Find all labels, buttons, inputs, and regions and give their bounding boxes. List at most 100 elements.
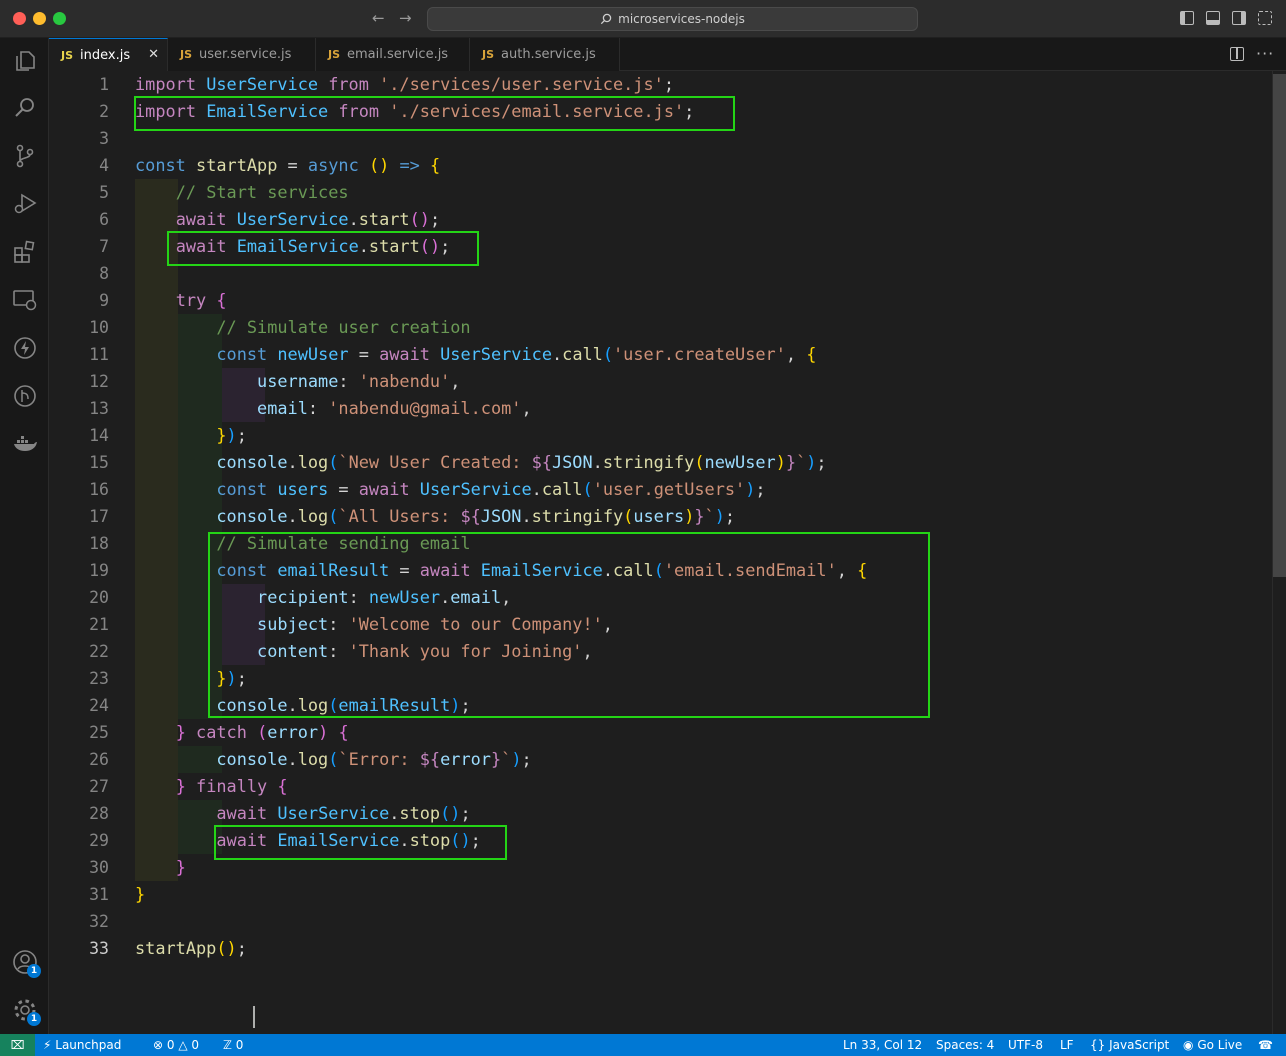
back-arrow-icon[interactable]: ← (372, 9, 385, 27)
code-line: console.log(`All Users: ${JSON.stringify… (135, 503, 735, 530)
code-token: `All Users: (338, 506, 461, 526)
line-number: 13 (89, 399, 109, 418)
code-token: : (338, 371, 359, 391)
minimize-window-button[interactable] (33, 12, 46, 25)
split-editor-icon[interactable] (1230, 47, 1244, 61)
tab-auth-service-js[interactable]: JS auth.service.js (470, 38, 620, 71)
code-token: = (277, 155, 308, 175)
command-center-search[interactable]: microservices-nodejs (427, 7, 918, 31)
code-token: { (216, 290, 227, 310)
cursor-position[interactable]: Ln 33, Col 12 (843, 1034, 922, 1056)
code-token: start (358, 209, 410, 229)
tab-user-service-js[interactable]: JS user.service.js (168, 38, 316, 71)
js-file-icon: JS (180, 48, 193, 61)
code-token: ${ (419, 749, 441, 769)
git-graph-icon[interactable] (12, 383, 38, 409)
tab-email-service-js[interactable]: JS email.service.js (316, 38, 470, 71)
code-token: await (216, 830, 268, 850)
code-token: 'Thank you for Joining' (348, 641, 583, 661)
source-control-icon[interactable] (12, 143, 38, 169)
code-line: }); (135, 422, 247, 449)
run-debug-icon[interactable] (12, 191, 38, 217)
encoding-setting[interactable]: UTF-8 (1008, 1034, 1043, 1056)
forward-arrow-icon[interactable]: → (399, 9, 412, 27)
code-line: username: 'nabendu', (135, 368, 460, 395)
code-token: { (429, 155, 441, 175)
customize-layout-icon[interactable] (1258, 11, 1272, 25)
problems-indicator[interactable]: ⊗ 0 △ 0 (153, 1034, 199, 1056)
code-token: console (216, 695, 288, 715)
code-token: : (328, 614, 349, 634)
code-token: ` (501, 749, 512, 769)
title-bar: ← → microservices-nodejs (0, 0, 1286, 38)
tab-label: email.service.js (347, 47, 449, 62)
notifications-bell-icon[interactable]: ☎︎ (1258, 1034, 1273, 1056)
code-token: const (135, 155, 186, 175)
docker-icon[interactable] (12, 431, 38, 457)
close-tab-icon[interactable]: ✕ (148, 47, 159, 62)
close-window-button[interactable] (13, 12, 26, 25)
code-token: 'email.sendEmail' (663, 560, 837, 580)
js-file-icon: JS (61, 48, 74, 62)
code-token: EmailService (480, 560, 603, 580)
remote-indicator-icon[interactable]: ⌧ (0, 1034, 35, 1056)
accounts-icon[interactable]: 1 (12, 949, 41, 978)
line-number: 1 (99, 75, 109, 94)
launchpad-item[interactable]: ⚡︎ Launchpad (43, 1034, 121, 1056)
code-token: ; (816, 452, 827, 472)
toggle-secondary-sidebar-icon[interactable] (1232, 11, 1246, 25)
go-live-button[interactable]: ◉ Go Live (1183, 1034, 1242, 1056)
code-token: await (419, 560, 471, 580)
tab-index-js[interactable]: JS index.js ✕ (49, 38, 168, 71)
indentation-setting[interactable]: Spaces: 4 (936, 1034, 994, 1056)
language-mode[interactable]: {} JavaScript (1090, 1034, 1169, 1056)
maximize-window-button[interactable] (53, 12, 66, 25)
code-editor[interactable]: import UserService from './services/user… (134, 71, 1265, 1034)
code-token: ; (521, 749, 532, 769)
code-token: stop (399, 803, 441, 823)
extensions-icon[interactable] (12, 239, 38, 265)
toggle-panel-icon[interactable] (1206, 11, 1220, 25)
ports-indicator[interactable]: ℤ 0 (223, 1034, 243, 1056)
settings-gear-icon[interactable]: 1 (12, 997, 41, 1026)
code-line: import EmailService from './services/ema… (135, 98, 694, 125)
code-token: . (521, 506, 532, 526)
explorer-icon[interactable] (12, 48, 38, 74)
thunder-client-icon[interactable] (12, 335, 38, 361)
code-token: JSON (551, 452, 593, 472)
code-line: try { (135, 287, 227, 314)
code-token: () (368, 155, 390, 175)
scrollbar-thumb[interactable] (1273, 74, 1286, 577)
code-line: // Simulate sending email (135, 530, 470, 557)
code-token: ( (694, 452, 705, 472)
code-token: // Simulate user creation (216, 317, 471, 337)
code-token: ; (460, 695, 471, 715)
code-token: recipient (257, 587, 349, 607)
remote-explorer-icon[interactable] (12, 287, 38, 313)
toggle-primary-sidebar-icon[interactable] (1180, 11, 1194, 25)
code-line: console.log(`New User Created: ${JSON.st… (135, 449, 827, 476)
more-actions-icon[interactable]: ··· (1256, 44, 1274, 63)
eol-setting[interactable]: LF (1060, 1034, 1074, 1056)
code-line: await EmailService.stop(); (135, 827, 480, 854)
code-token: . (348, 209, 359, 229)
code-token: ; (236, 668, 247, 688)
search-icon[interactable] (12, 95, 38, 121)
code-token: EmailService (236, 236, 359, 256)
